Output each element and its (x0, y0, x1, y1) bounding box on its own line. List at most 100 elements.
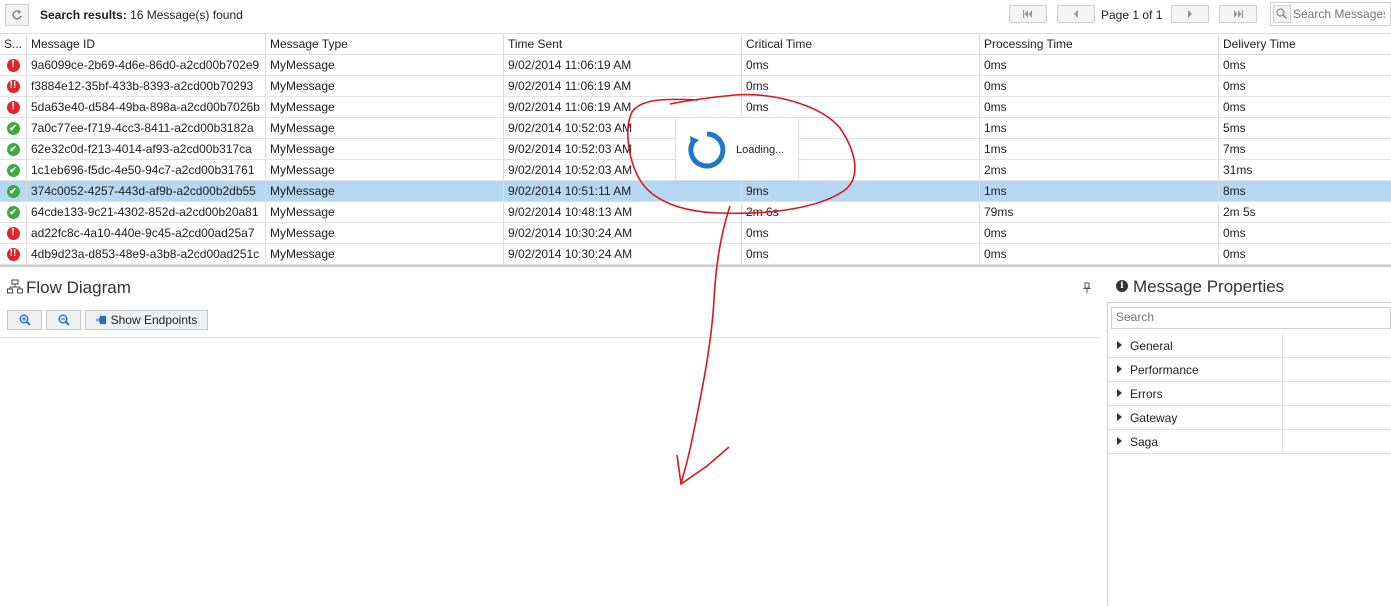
property-column-separator (1282, 382, 1283, 406)
message-type-cell: MyMessage (266, 118, 504, 138)
message-type-cell: MyMessage (266, 223, 504, 243)
delivery-time-cell: 0ms (1223, 247, 1246, 261)
search-messages-box[interactable] (1270, 2, 1391, 26)
column-header-delivery-time[interactable]: Delivery Time (1219, 34, 1391, 54)
repeated-failure-icon: !! (6, 247, 20, 261)
column-header-critical-time[interactable]: Critical Time (742, 34, 980, 54)
delivery-time-cell: 0ms (1223, 79, 1246, 93)
critical-time-cell: 2m 6s (742, 202, 980, 222)
properties-search-box[interactable] (1111, 307, 1391, 329)
zoom-in-icon (19, 314, 31, 326)
critical-time-cell: 0ms (742, 223, 980, 243)
message-type-cell: MyMessage (266, 97, 504, 117)
status-cell: ✔ (0, 118, 27, 138)
refresh-button[interactable] (5, 4, 29, 26)
property-group-errors[interactable]: Errors (1108, 382, 1391, 406)
success-check-icon: ✔ (6, 142, 20, 156)
success-check-icon: ✔ (6, 205, 20, 219)
status-cell: !! (0, 76, 27, 96)
time-sent-cell: 9/02/2014 10:48:13 AM (504, 202, 742, 222)
loading-text: Loading... (736, 144, 785, 156)
zoom-out-button[interactable] (46, 310, 81, 330)
flow-diagram-icon (7, 279, 23, 294)
expand-arrow-icon[interactable] (1117, 365, 1122, 373)
message-type-cell: MyMessage (266, 202, 504, 222)
property-column-separator (1282, 358, 1283, 382)
message-type-cell: MyMessage (266, 244, 504, 264)
column-header-processing-time[interactable]: Processing Time (980, 34, 1219, 54)
processing-time-cell: 1ms (980, 181, 1219, 201)
time-sent-cell: 9/02/2014 11:06:19 AM (504, 76, 742, 96)
processing-time-cell: 1ms (980, 139, 1219, 159)
next-page-icon (1188, 10, 1192, 18)
spinner-icon (688, 131, 726, 169)
property-group-gateway[interactable]: Gateway (1108, 406, 1391, 430)
status-cell: ✔ (0, 181, 27, 201)
refresh-icon (12, 10, 22, 20)
property-column-separator (1282, 430, 1283, 454)
info-icon: i (1116, 280, 1128, 292)
previous-page-button[interactable] (1057, 5, 1095, 23)
table-row[interactable]: !! 4db9d23a-d853-48e9-a3b8-a2cd00ad251c My… (0, 244, 1391, 265)
show-endpoints-button[interactable]: Show Endpoints (85, 310, 208, 330)
column-header-message-type[interactable]: Message Type (266, 34, 504, 54)
property-column-separator (1282, 334, 1283, 358)
search-messages-input[interactable] (1291, 7, 1385, 21)
time-sent-cell: 9/02/2014 10:51:11 AM (504, 181, 742, 201)
message-id-cell: 64cde133-9c21-4302-852d-a2cd00b20a81 (27, 202, 266, 222)
success-check-icon: ✔ (6, 163, 20, 177)
zoom-in-button[interactable] (7, 310, 42, 330)
expand-arrow-icon[interactable] (1117, 413, 1122, 421)
critical-time-cell: 9ms (742, 181, 980, 201)
table-row[interactable]: ✔ 374c0052-4257-443d-af9b-a2cd00b2db55 MyM… (0, 181, 1391, 202)
message-id-cell: 7a0c77ee-f719-4cc3-8411-a2cd00b3182a (27, 118, 266, 138)
processing-time-cell: 79ms (980, 202, 1219, 222)
delivery-time-cell: 5ms (1223, 121, 1246, 135)
column-header-time-sent[interactable]: Time Sent (504, 34, 742, 54)
error-exclamation-icon: ! (6, 100, 20, 114)
time-sent-cell: 9/02/2014 10:30:24 AM (504, 244, 742, 264)
table-row[interactable]: ! ad22fc8c-4a10-440e-9c45-a2cd00ad25a7 MyM… (0, 223, 1391, 244)
last-page-icon (1234, 10, 1243, 18)
property-group-performance[interactable]: Performance (1108, 358, 1391, 382)
property-group-general[interactable]: General (1108, 334, 1391, 358)
table-row[interactable]: !! f3884e12-35bf-433b-8393-a2cd00b70293 My… (0, 76, 1391, 97)
error-exclamation-icon: ! (6, 226, 20, 240)
expand-arrow-icon[interactable] (1117, 389, 1122, 397)
expand-arrow-icon[interactable] (1117, 437, 1122, 445)
message-id-cell: 374c0052-4257-443d-af9b-a2cd00b2db55 (27, 181, 266, 201)
repeated-failure-icon: !! (6, 79, 20, 93)
pin-icon[interactable] (1082, 282, 1092, 294)
message-id-cell: 4db9d23a-d853-48e9-a3b8-a2cd00ad251c (27, 244, 266, 264)
table-row[interactable]: ! 5da63e40-d584-49ba-898a-a2cd00b7026b MyM… (0, 97, 1391, 118)
delivery-time-cell: 8ms (1223, 184, 1246, 198)
status-cell: ✔ (0, 202, 27, 222)
table-row[interactable]: ! 9a6099ce-2b69-4d6e-86d0-a2cd00b702e9 MyM… (0, 55, 1391, 76)
delivery-time-cell: 0ms (1223, 226, 1246, 240)
processing-time-cell: 0ms (980, 244, 1219, 264)
next-page-button[interactable] (1171, 5, 1209, 23)
property-group-saga[interactable]: Saga (1108, 430, 1391, 454)
status-cell: ! (0, 97, 27, 117)
last-page-button[interactable] (1219, 5, 1257, 23)
zoom-out-icon (58, 314, 70, 326)
status-cell: !! (0, 244, 27, 264)
properties-search-input[interactable] (1112, 308, 1376, 326)
column-header-message-id[interactable]: Message ID (27, 34, 266, 54)
flow-diagram-title: Flow Diagram (26, 278, 131, 297)
first-page-button[interactable] (1009, 5, 1047, 23)
grid-splitter[interactable] (0, 265, 1391, 267)
processing-time-cell: 0ms (980, 76, 1219, 96)
column-header-status[interactable]: S... (0, 34, 27, 54)
success-check-icon: ✔ (6, 184, 20, 198)
search-results-count: 16 Message(s) found (130, 8, 243, 22)
expand-arrow-icon[interactable] (1117, 341, 1122, 349)
search-results-summary: Search results: 16 Message(s) found (40, 8, 243, 22)
table-row[interactable]: ✔ 64cde133-9c21-4302-852d-a2cd00b20a81 MyM… (0, 202, 1391, 223)
property-column-separator (1282, 406, 1283, 430)
search-icon (1273, 5, 1291, 23)
time-sent-cell: 9/02/2014 11:06:19 AM (504, 55, 742, 75)
first-page-icon (1023, 10, 1032, 18)
message-id-cell: 62e32c0d-f213-4014-af93-a2cd00b317ca (27, 139, 266, 159)
message-id-cell: 9a6099ce-2b69-4d6e-86d0-a2cd00b702e9 (27, 55, 266, 75)
